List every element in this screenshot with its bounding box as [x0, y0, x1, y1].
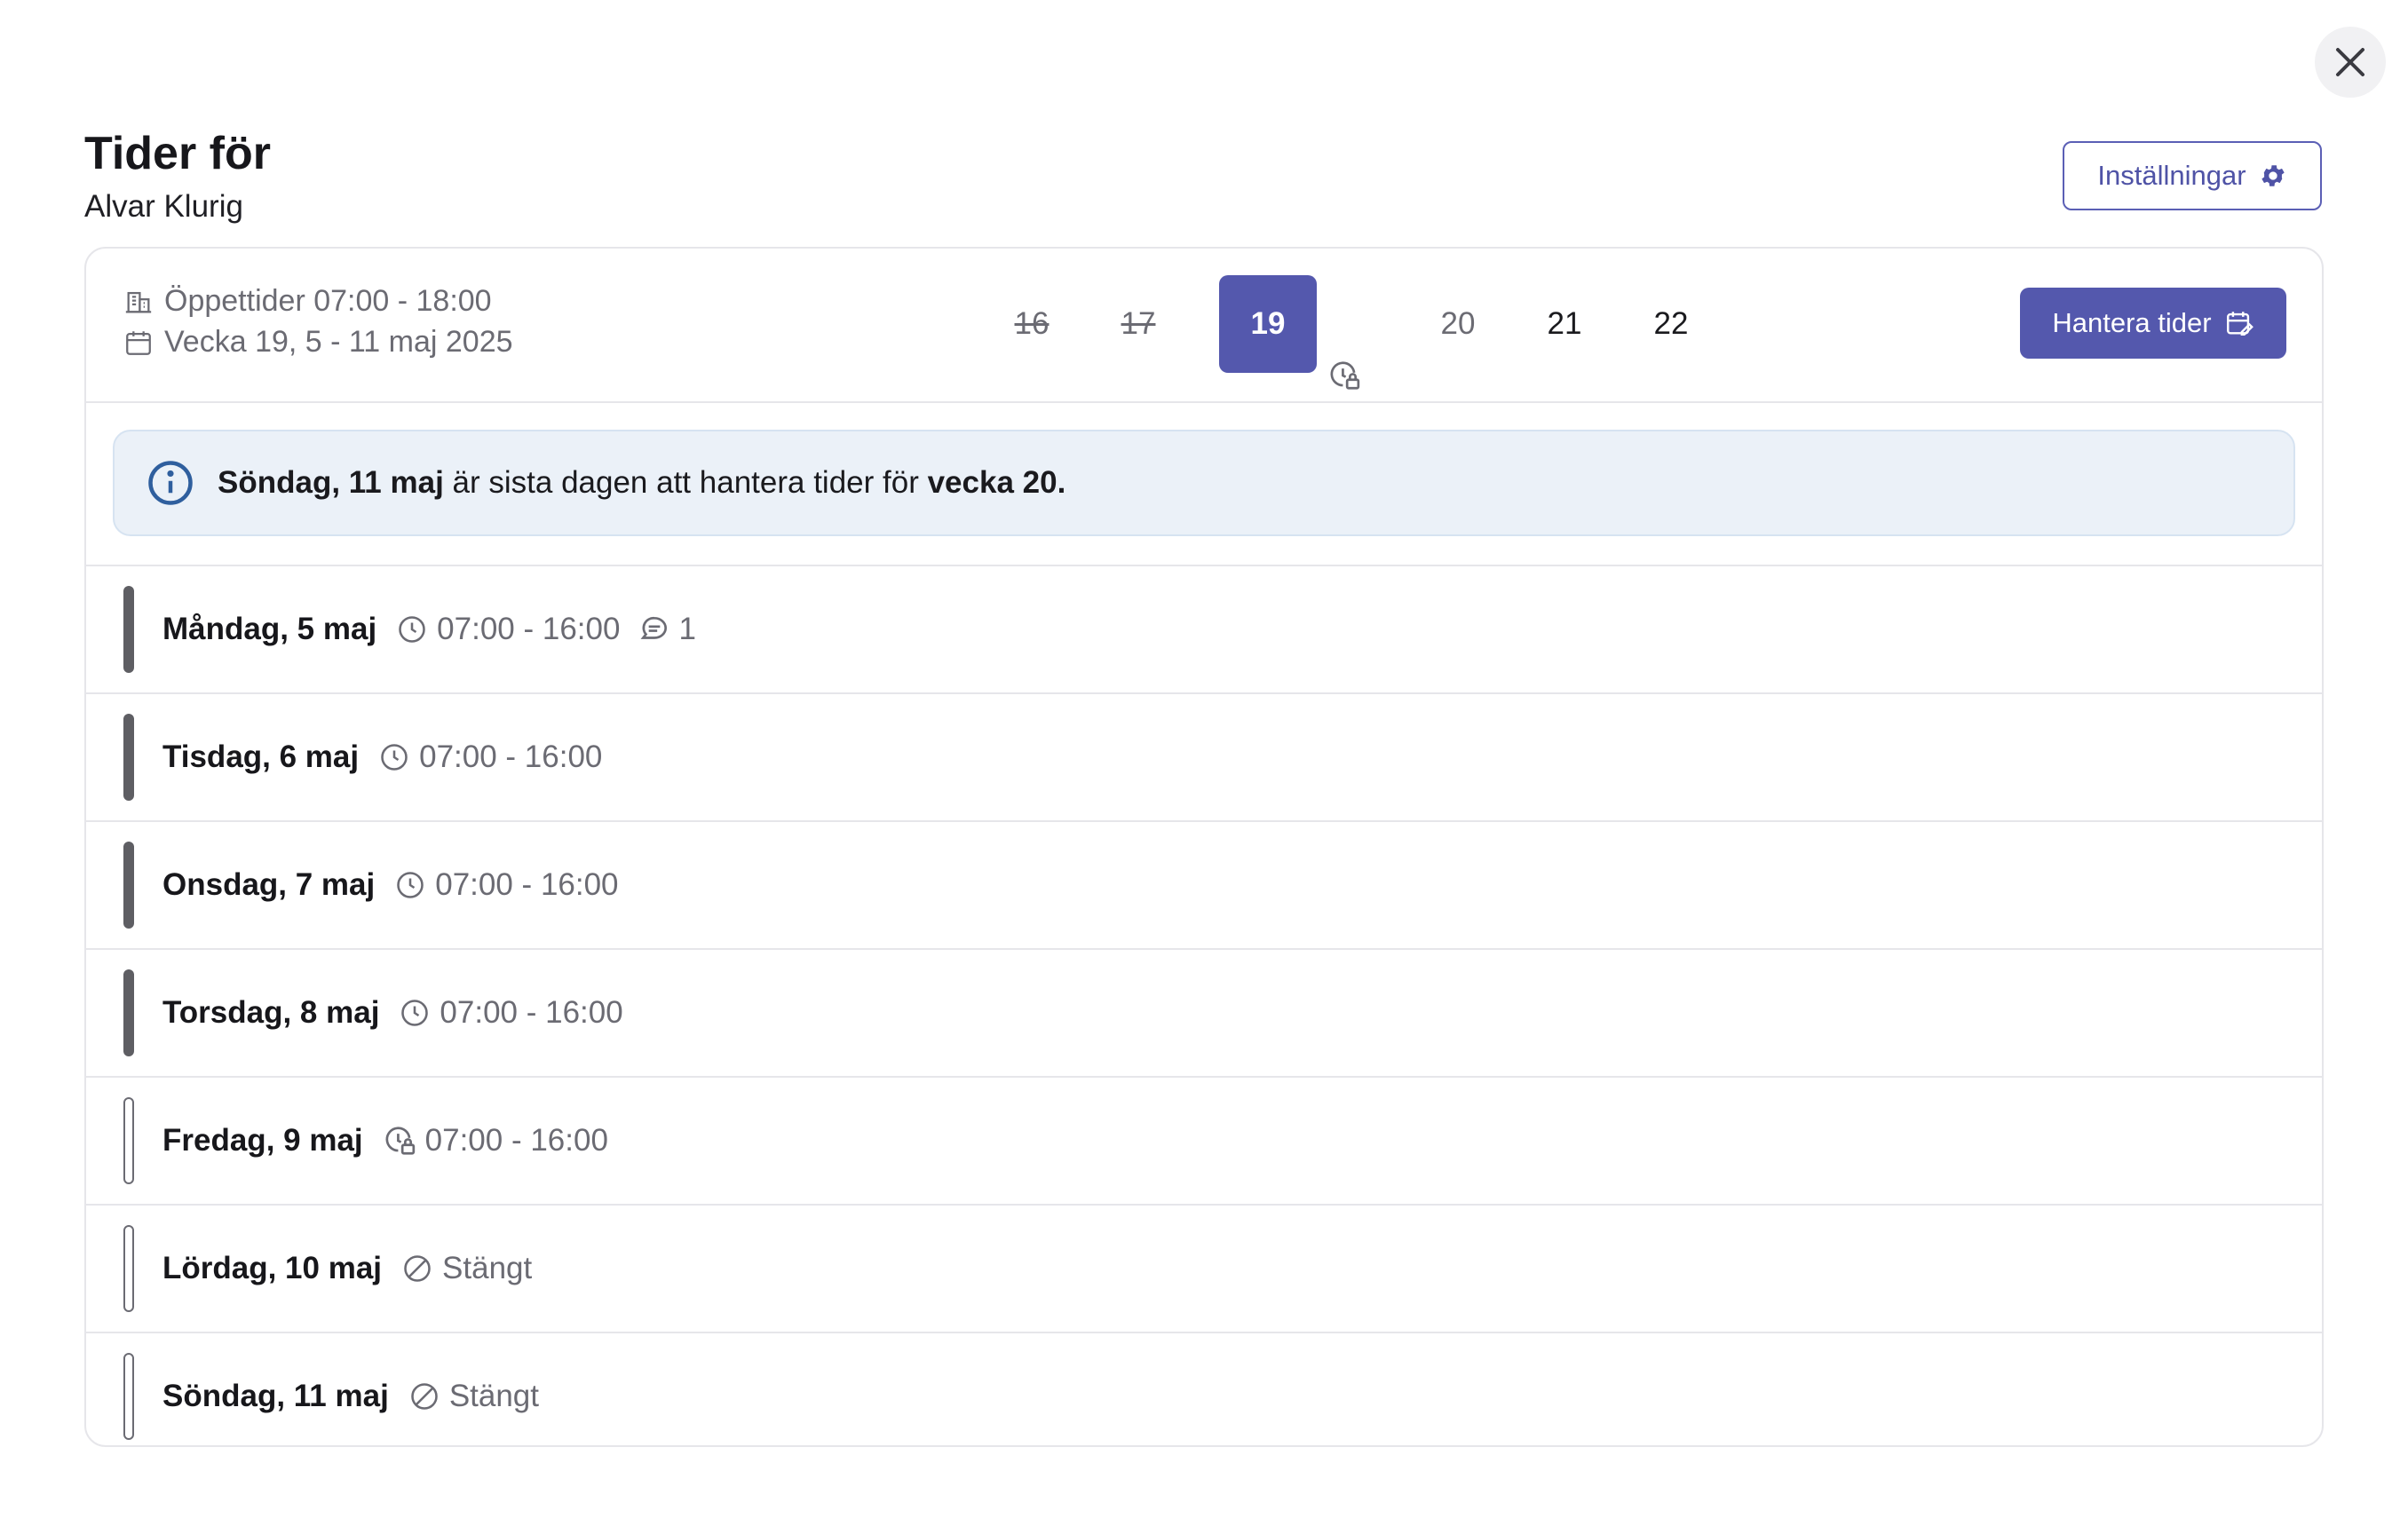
day-status-bar [123, 842, 134, 929]
day-row-thursday[interactable]: Torsdag, 8 maj 07:00 - 16:00 [86, 948, 2322, 1076]
clock-icon [399, 616, 425, 643]
clock-lock-icon [1330, 361, 1360, 390]
day-list: Måndag, 5 maj 07:00 - 16:00 1 Tisdag, 6 … [86, 565, 2322, 1445]
day-name: Fredag, 9 maj [162, 1123, 363, 1158]
day-closed-text: Stängt [448, 1379, 540, 1413]
week-19[interactable]: 19 [1219, 275, 1317, 373]
clock-lock-icon [385, 1127, 415, 1155]
settings-button-label: Inställningar [2097, 160, 2246, 191]
day-status-bar [123, 1097, 134, 1184]
day-row-friday[interactable]: Fredag, 9 maj 07:00 - 16:00 [86, 1076, 2322, 1204]
schedule-toolbar: Öppettider 07:00 - 18:00 Vecka 19, 5 - 1… [86, 249, 2322, 403]
chat-icon [640, 616, 668, 639]
day-name: Måndag, 5 maj [162, 612, 377, 646]
day-row-wednesday[interactable]: Onsdag, 7 maj 07:00 - 16:00 [86, 820, 2322, 948]
day-hours-text: 07:00 - 16:00 [440, 995, 623, 1030]
info-icon [148, 461, 193, 505]
ban-icon [404, 1255, 431, 1282]
deadline-info-banner: Söndag, 11 maj är sista dagen att hanter… [113, 430, 2295, 536]
day-status-bar [123, 1353, 134, 1440]
day-hours-text: 07:00 - 16:00 [435, 867, 619, 902]
week-22[interactable]: 22 [1622, 275, 1720, 373]
ban-icon [411, 1383, 438, 1410]
day-status-bar [123, 969, 134, 1056]
day-comments: 1 [638, 612, 696, 647]
clock-icon [401, 1000, 429, 1026]
day-hours-text: 07:00 - 16:00 [419, 739, 603, 774]
day-row-sunday[interactable]: Söndag, 11 maj Stängt [86, 1332, 2322, 1445]
day-row-monday[interactable]: Måndag, 5 maj 07:00 - 16:00 1 [86, 565, 2322, 692]
person-name: Alvar Klurig [84, 189, 243, 224]
gear-icon [2261, 165, 2285, 186]
close-icon [2336, 48, 2364, 76]
day-name: Torsdag, 8 maj [162, 995, 380, 1030]
week-17[interactable]: 17 [1089, 275, 1187, 373]
day-closed: Stängt [401, 1251, 532, 1286]
week-21[interactable]: 21 [1516, 275, 1613, 373]
day-name: Lördag, 10 maj [162, 1251, 383, 1285]
day-hours: 07:00 - 16:00 [396, 612, 620, 647]
manage-times-label: Hantera tider [2052, 307, 2212, 338]
week-16[interactable]: 16 [983, 275, 1081, 373]
page-title: Tider för [84, 128, 271, 179]
day-hours: 07:00 - 16:00 [383, 1123, 608, 1158]
day-status-bar [123, 714, 134, 801]
day-status-bar [123, 1225, 134, 1312]
day-comment-count: 1 [678, 612, 696, 646]
day-hours: 07:00 - 16:00 [399, 995, 623, 1031]
day-status-bar [123, 586, 134, 673]
day-hours-text: 07:00 - 16:00 [424, 1123, 608, 1158]
settings-button[interactable]: Inställningar [2063, 141, 2322, 210]
close-button[interactable] [2315, 27, 2386, 98]
day-row-saturday[interactable]: Lördag, 10 maj Stängt [86, 1204, 2322, 1332]
day-closed-text: Stängt [442, 1251, 533, 1285]
day-name: Tisdag, 6 maj [162, 739, 360, 774]
schedule-card: Öppettider 07:00 - 18:00 Vecka 19, 5 - 1… [84, 247, 2324, 1447]
manage-times-button[interactable]: Hantera tider [2020, 288, 2286, 359]
day-name: Onsdag, 7 maj [162, 867, 376, 902]
day-name: Söndag, 11 maj [162, 1379, 389, 1413]
clock-icon [381, 744, 408, 771]
calendar-edit-icon [2226, 312, 2254, 336]
week-picker: 16 17 18 19 20 21 22 [86, 275, 2322, 390]
day-hours: 07:00 - 16:00 [378, 739, 602, 775]
day-hours: 07:00 - 16:00 [394, 867, 619, 903]
clock-icon [397, 872, 424, 898]
day-hours-text: 07:00 - 16:00 [437, 612, 621, 646]
day-closed: Stängt [408, 1379, 539, 1414]
info-text: Söndag, 11 maj är sista dagen att hanter… [218, 465, 1066, 500]
day-row-tuesday[interactable]: Tisdag, 6 maj 07:00 - 16:00 [86, 692, 2322, 820]
week-20[interactable]: 20 [1409, 275, 1507, 373]
